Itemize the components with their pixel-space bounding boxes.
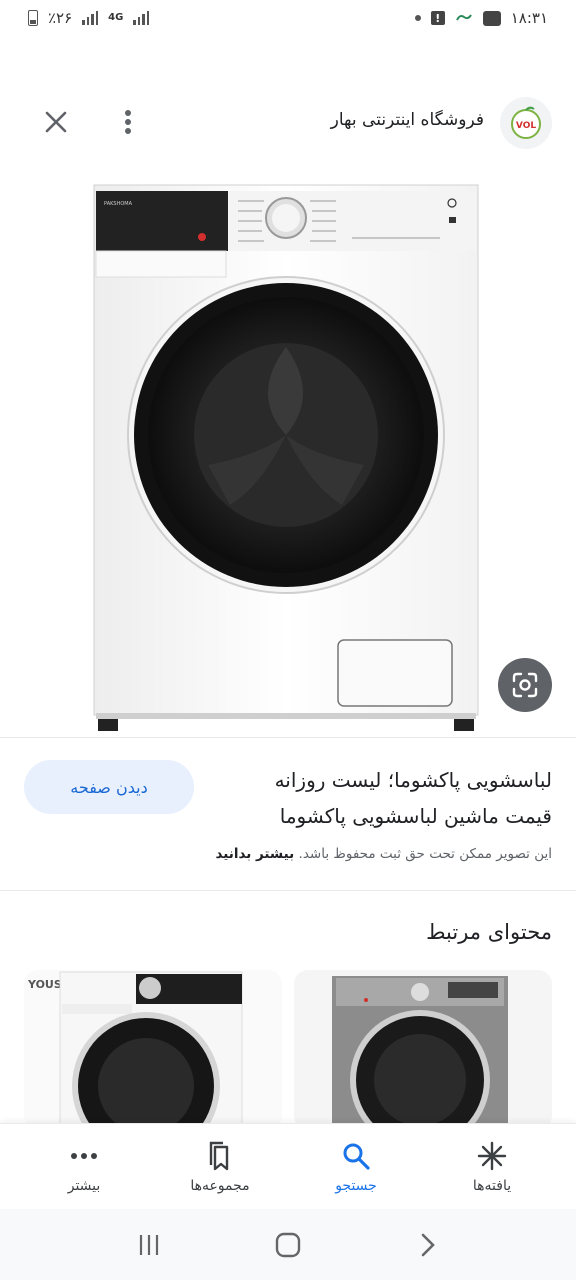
battery-icon <box>28 10 38 26</box>
related-card[interactable] <box>294 970 552 1130</box>
nav-discover[interactable]: یافته‌ها <box>437 1140 547 1194</box>
alert-icon: ! <box>430 11 445 25</box>
lens-icon <box>512 672 538 698</box>
learn-more-link[interactable]: بیشتر بدانید <box>215 846 294 862</box>
close-button[interactable] <box>36 102 76 142</box>
nav-label: یافته‌ها <box>472 1177 512 1194</box>
nav-collections[interactable]: مجموعه‌ها <box>165 1140 275 1194</box>
status-bar: ٪۲۶ 4G ! ۱۸:۳۱ <box>0 0 576 36</box>
battery-percent: ٪۲۶ <box>48 9 73 27</box>
more-options-button[interactable] <box>108 102 148 142</box>
status-bar-left: ٪۲۶ 4G <box>28 9 150 27</box>
signal-icon-2 <box>133 11 150 25</box>
nav-more[interactable]: بیشتر <box>29 1140 139 1194</box>
search-icon <box>340 1140 372 1172</box>
panel-brand-text: PAKSHOMA <box>104 201 133 207</box>
lens-search-button[interactable] <box>498 658 552 712</box>
message-icon <box>482 10 501 26</box>
related-content-title: محتوای مرتبط <box>426 920 552 944</box>
divider <box>0 890 576 891</box>
recents-icon <box>140 1234 159 1255</box>
system-navigation <box>0 1209 576 1280</box>
nav-label: جستجو <box>335 1177 377 1194</box>
site-logo[interactable]: VOL <box>500 97 552 149</box>
recents-button[interactable] <box>129 1225 169 1265</box>
home-button[interactable] <box>268 1225 308 1265</box>
back-button[interactable] <box>407 1225 447 1265</box>
related-card[interactable]: YOUSA <box>24 970 282 1130</box>
visit-page-button[interactable]: دیدن صفحه <box>24 760 194 814</box>
bottom-navigation: یافته‌ها جستجو مجموعه‌ها بیشتر <box>0 1123 576 1209</box>
related-washer-image: YOUSA <box>27 971 243 1130</box>
image-viewer-header: فروشگاه اینترنتی بهار VOL <box>0 92 576 152</box>
nav-search[interactable]: جستجو <box>301 1140 411 1194</box>
more-vert-icon <box>125 110 131 134</box>
site-name[interactable]: فروشگاه اینترنتی بهار <box>331 110 484 130</box>
result-title[interactable]: لباسشویی پاکشوما؛ لیست روزانه قیمت ماشین… <box>222 762 552 834</box>
nav-label: مجموعه‌ها <box>190 1177 250 1194</box>
copyright-notice: این تصویر ممکن تحت حق ثبت محفوظ باشد. بی… <box>215 846 552 862</box>
copyright-text: این تصویر ممکن تحت حق ثبت محفوظ باشد. <box>298 846 552 862</box>
sync-icon <box>455 14 472 21</box>
washing-machine-image: PAKSHOMA <box>93 184 479 731</box>
nav-label: بیشتر <box>67 1177 101 1194</box>
status-bar-right: ! ۱۸:۳۱ <box>414 9 548 27</box>
notification-dot-icon <box>414 15 421 21</box>
network-type: 4G <box>108 12 124 23</box>
asterisk-icon <box>476 1140 508 1172</box>
divider <box>0 737 576 738</box>
site-logo-icon: VOL <box>511 106 541 139</box>
back-icon <box>421 1233 435 1256</box>
more-horiz-icon <box>68 1140 100 1172</box>
main-image[interactable]: PAKSHOMA <box>0 165 576 737</box>
collections-icon <box>204 1140 236 1172</box>
signal-icon <box>82 11 99 25</box>
clock: ۱۸:۳۱ <box>510 9 548 27</box>
site-logo-text: VOL <box>516 121 536 131</box>
close-icon <box>45 111 67 133</box>
related-washer-image <box>332 976 508 1130</box>
home-icon <box>275 1232 301 1257</box>
